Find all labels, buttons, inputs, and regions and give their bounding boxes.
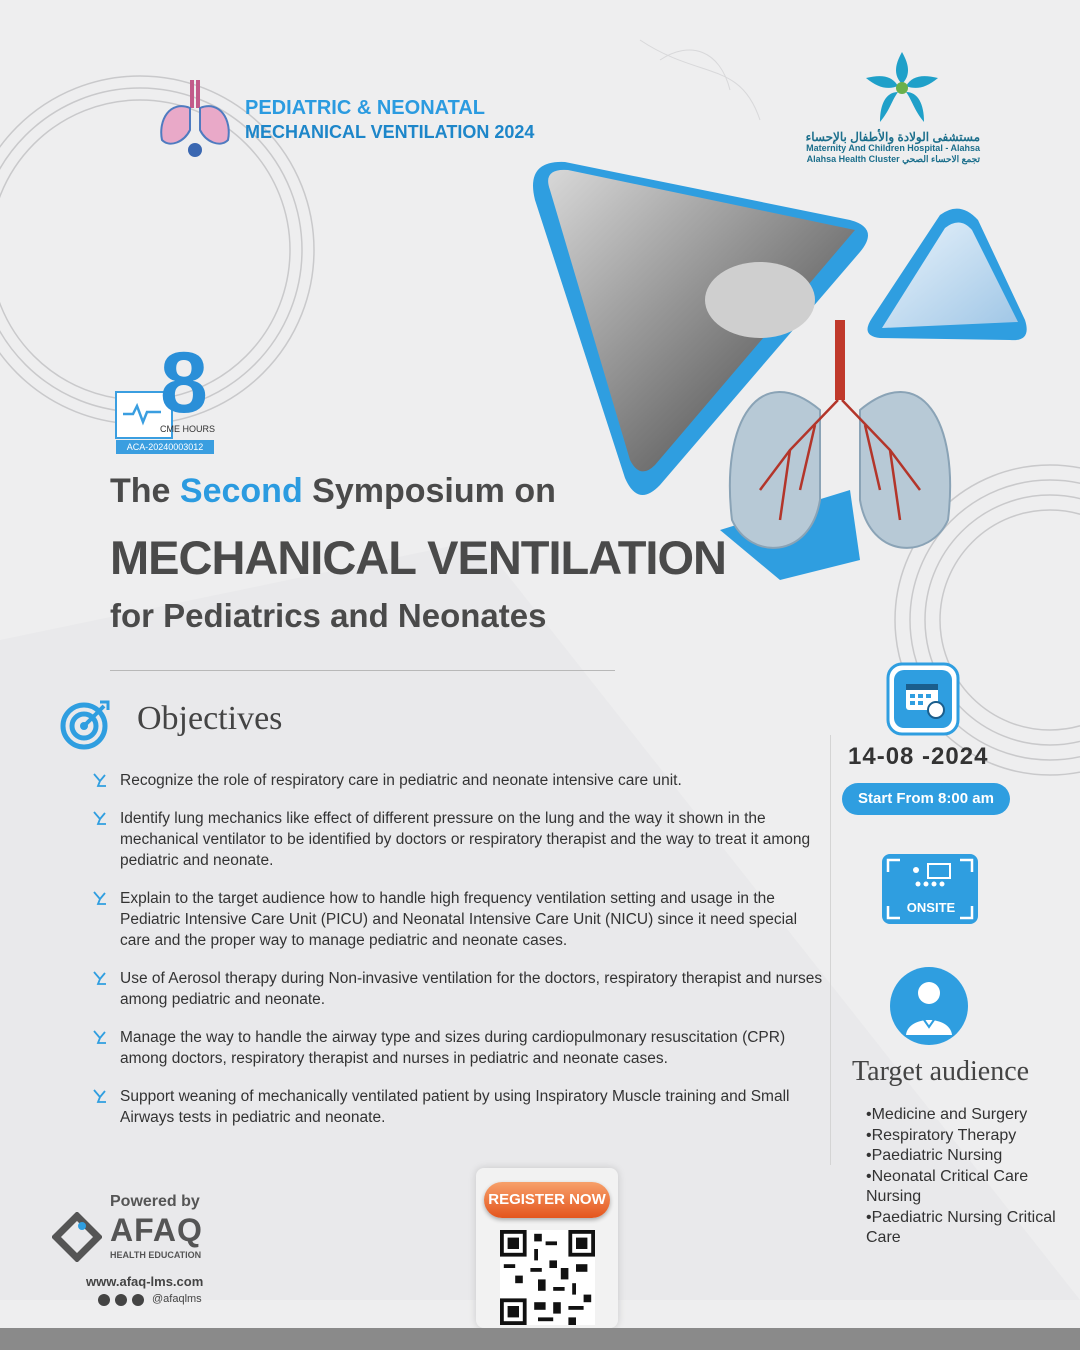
pin-bullet-icon xyxy=(93,891,106,905)
doctor-icon xyxy=(890,967,968,1045)
objective-text: Use of Aerosol therapy during Non-invasi… xyxy=(120,970,823,1008)
target-icon xyxy=(60,700,110,750)
title-second: Second xyxy=(179,472,303,510)
pin-bullet-icon xyxy=(93,1030,106,1044)
hospital-name-english: Maternity And Children Hospital - Alahsa xyxy=(806,143,980,153)
star-hospital-logo-icon xyxy=(866,52,938,122)
calendar-icon xyxy=(886,662,960,736)
objective-text: Recognize the role of respiratory care i… xyxy=(120,772,682,789)
list-item: •Medicine and Surgery xyxy=(866,1106,1028,1123)
list-item: Identify lung mechanics like effect of d… xyxy=(92,808,827,871)
list-item: Use of Aerosol therapy during Non-invasi… xyxy=(92,968,827,1010)
start-time-badge: Start From 8:00 am xyxy=(842,783,1010,815)
objective-text: Identify lung mechanics like effect of d… xyxy=(120,810,811,869)
event-date: 14-08 -2024 xyxy=(848,743,989,770)
column-divider xyxy=(830,735,831,1165)
audience-heading: Target audience xyxy=(852,1056,1030,1087)
title-the: The xyxy=(110,472,171,510)
list-item: Manage the way to handle the airway type… xyxy=(92,1027,827,1069)
register-now-button[interactable]: REGISTER NOW xyxy=(484,1182,610,1218)
title-symposium: Symposium on xyxy=(312,472,556,510)
list-item: •Paediatric Nursing xyxy=(866,1147,1003,1164)
onsite-audience-icon xyxy=(882,854,978,924)
cme-accreditation-code: ACA-20240003012 xyxy=(116,440,214,454)
pin-bullet-icon xyxy=(93,773,106,787)
pin-bullet-icon xyxy=(93,971,106,985)
divider xyxy=(110,670,615,671)
cme-hours-value: 8 xyxy=(160,335,208,431)
twitter-icon xyxy=(132,1294,144,1306)
objective-text: Support weaning of mechanically ventilat… xyxy=(120,1088,790,1126)
list-item: Support weaning of mechanically ventilat… xyxy=(92,1086,827,1128)
list-item: Explain to the target audience how to ha… xyxy=(92,888,827,951)
instagram-icon xyxy=(98,1294,110,1306)
objective-text: Manage the way to handle the airway type… xyxy=(120,1029,786,1067)
list-item: •Respiratory Therapy xyxy=(866,1126,1017,1144)
website-link[interactable]: www.afaq-lms.com xyxy=(86,1274,203,1289)
pin-bullet-icon xyxy=(93,811,106,825)
event-brand-line2: MECHANICAL VENTILATION 2024 xyxy=(245,122,535,142)
powered-by-label: Powered by xyxy=(110,1193,200,1210)
afaq-brand: AFAQ xyxy=(110,1212,203,1248)
objectives-heading: Objectives xyxy=(137,700,283,737)
social-icons xyxy=(98,1294,144,1306)
objective-text: Explain to the target audience how to ha… xyxy=(120,890,798,949)
onsite-label: ONSITE xyxy=(906,900,956,915)
facebook-icon xyxy=(115,1294,127,1306)
event-brand-line1: PEDIATRIC & NEONATAL xyxy=(245,97,485,119)
hero-image-group xyxy=(533,161,1027,580)
cme-hours-label: CME HOURS xyxy=(160,424,216,434)
title-subtitle: for Pediatrics and Neonates xyxy=(110,597,547,634)
social-handle[interactable]: @afaqlms xyxy=(152,1293,202,1305)
list-item: Recognize the role of respiratory care i… xyxy=(92,770,827,791)
hospital-name-arabic: مستشفى الولادة والأطفال بالإحساء xyxy=(805,130,980,144)
objectives-list: Recognize the role of respiratory care i… xyxy=(92,770,827,1145)
qr-code[interactable] xyxy=(500,1230,595,1325)
lungs-logo-icon xyxy=(160,80,230,157)
afaq-logo-icon xyxy=(52,1212,102,1262)
title-main: MECHANICAL VENTILATION xyxy=(110,531,727,584)
list-item: •Neonatal Critical Care Nursing xyxy=(866,1167,1029,1206)
pin-bullet-icon xyxy=(93,1089,106,1103)
bottom-bar xyxy=(0,1328,1080,1350)
audience-list: •Medicine and Surgery •Respiratory Thera… xyxy=(866,1105,1066,1249)
event-brand-title: PEDIATRIC & NEONATAL MECHANICAL VENTILAT… xyxy=(245,96,534,144)
title-line1: The Second Symposium on xyxy=(110,472,556,511)
list-item: •Paediatric Nursing Critical Care xyxy=(866,1208,1056,1247)
afaq-subtitle: HEALTH EDUCATION xyxy=(110,1250,202,1260)
